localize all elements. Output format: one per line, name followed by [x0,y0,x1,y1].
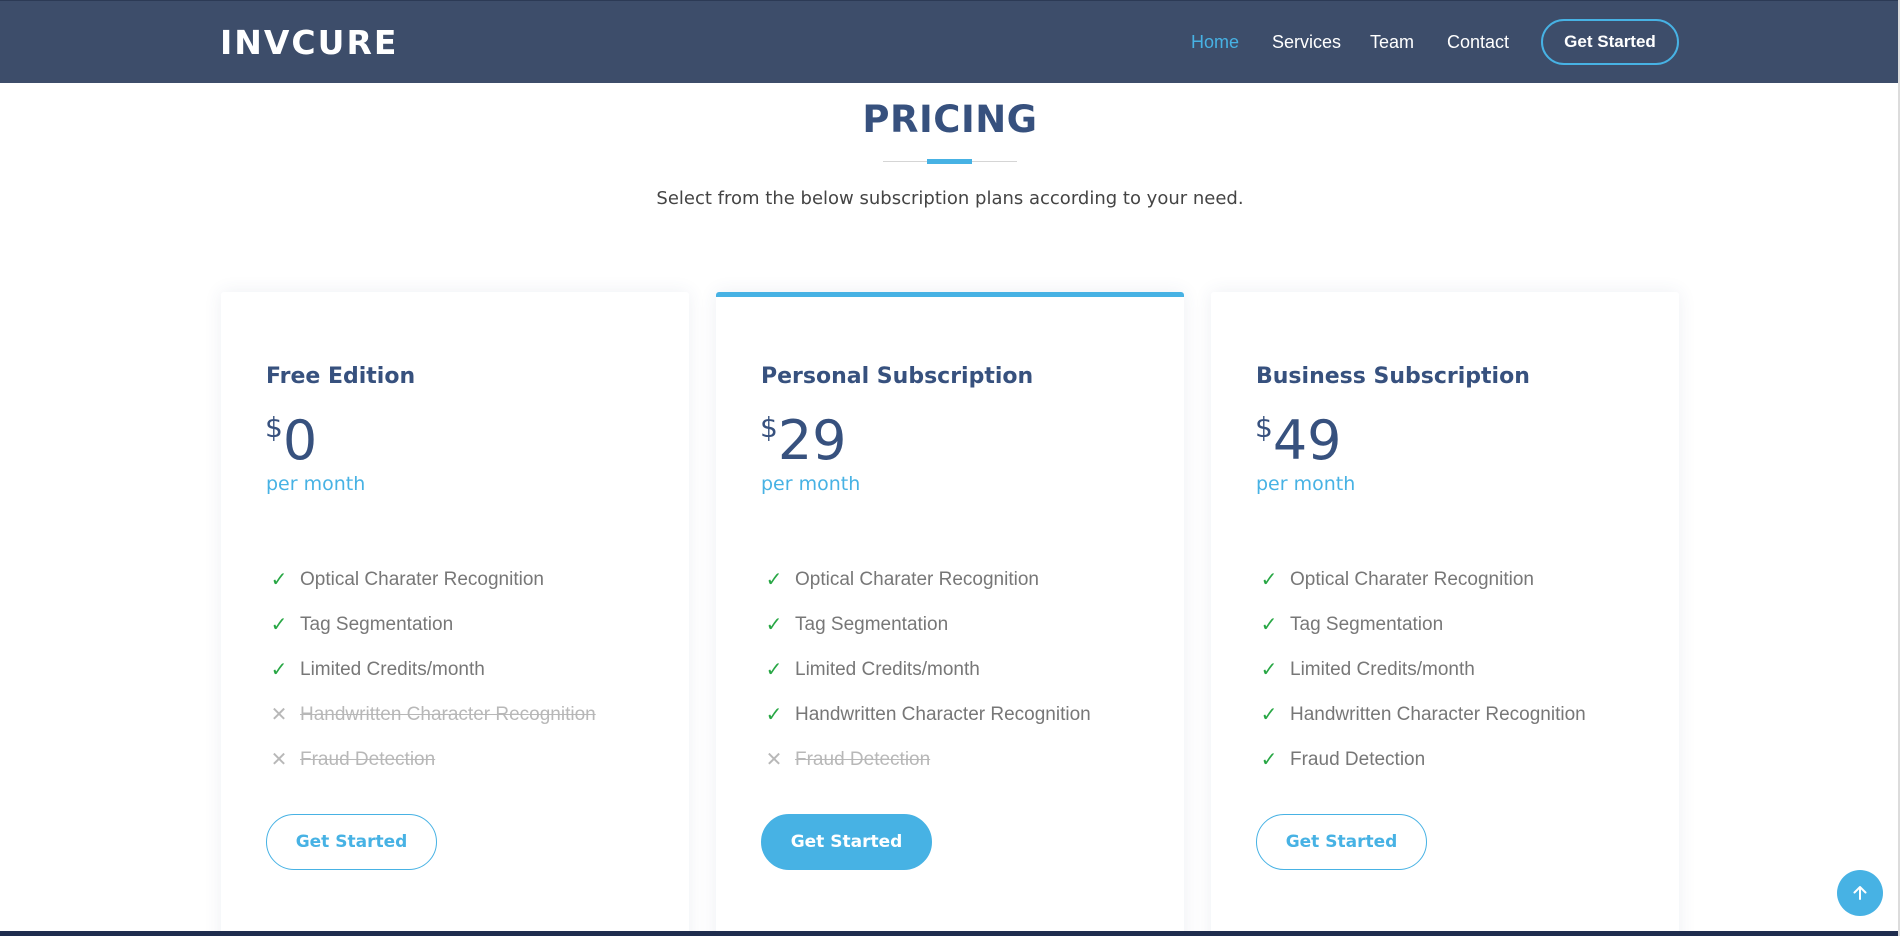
feature-text: Tag Segmentation [795,613,949,635]
nav-team[interactable]: Team [1370,32,1414,53]
plan-period: per month [266,473,366,495]
feature-item: ✓ Tag Segmentation [1256,602,1586,647]
check-icon: ✓ [765,704,783,726]
cross-icon: ✕ [270,749,288,771]
arrow-up-icon [1853,886,1867,900]
footer-edge [0,931,1900,936]
plan-period: per month [761,473,861,495]
feature-item: ✓ Tag Segmentation [761,602,1091,647]
plan-name: Free Edition [266,364,416,389]
check-icon: ✓ [1260,749,1278,771]
feature-item: ✓ Limited Credits/month [761,647,1091,692]
feature-text: Limited Credits/month [795,658,980,680]
check-icon: ✓ [270,659,288,681]
check-icon: ✓ [270,569,288,591]
check-icon: ✓ [1260,614,1278,636]
feature-item: ✓ Tag Segmentation [266,602,596,647]
feature-list: ✓ Optical Charater Recognition ✓ Tag Segme… [266,557,596,782]
feature-list: ✓ Optical Charater Recognition ✓ Tag Segme… [1256,557,1586,782]
site-header: INVCURE Home Services Team Contact Get S… [0,0,1900,83]
feature-text: Tag Segmentation [300,613,454,635]
feature-text: Optical Charater Recognition [1290,568,1534,590]
title-divider-accent [927,159,972,164]
price-amount: 49 [1272,409,1342,472]
plan-name: Business Subscription [1256,364,1530,389]
check-icon: ✓ [1260,704,1278,726]
business-get-started-button[interactable]: Get Started [1256,814,1427,870]
feature-item: ✓ Handwritten Character Recognition [1256,692,1586,737]
plan-price: $49 [1255,409,1342,472]
feature-text: Limited Credits/month [300,658,485,680]
header-get-started-button[interactable]: Get Started [1541,19,1679,65]
nav-services[interactable]: Services [1272,32,1341,53]
plan-period: per month [1256,473,1356,495]
section-subtitle: Select from the below subscription plans… [656,188,1244,209]
plan-name: Personal Subscription [761,364,1034,389]
personal-get-started-button[interactable]: Get Started [761,814,932,870]
price-amount: 29 [777,409,847,472]
back-to-top-button[interactable] [1837,870,1883,916]
feature-item: ✓ Optical Charater Recognition [1256,557,1586,602]
check-icon: ✓ [765,614,783,636]
check-icon: ✓ [1260,569,1278,591]
free-get-started-button[interactable]: Get Started [266,814,437,870]
price-currency: $ [1255,411,1273,444]
feature-list: ✓ Optical Charater Recognition ✓ Tag Segme… [761,557,1091,782]
feature-item-unavailable: ✕ Handwritten Character Recognition [266,692,596,737]
cross-icon: ✕ [270,704,288,726]
feature-text: Limited Credits/month [1290,658,1475,680]
feature-item: ✓ Optical Charater Recognition [761,557,1091,602]
feature-text: Fraud Detection [1290,748,1426,770]
check-icon: ✓ [765,659,783,681]
feature-item-unavailable: ✕ Fraud Detection [761,737,1091,782]
nav-contact[interactable]: Contact [1447,32,1509,53]
plan-price: $0 [265,409,317,472]
feature-text: Handwritten Character Recognition [795,703,1091,725]
feature-item: ✓ Handwritten Character Recognition [761,692,1091,737]
feature-item: ✓ Fraud Detection [1256,737,1586,782]
pricing-card-free: Free Edition $0 per month ✓ Optical Chara… [221,292,689,936]
plan-price: $29 [760,409,847,472]
feature-text: Optical Charater Recognition [300,568,544,590]
feature-text: Optical Charater Recognition [795,568,1039,590]
price-currency: $ [265,411,283,444]
check-icon: ✓ [765,569,783,591]
feature-item-unavailable: ✕ Fraud Detection [266,737,596,782]
price-amount: 0 [282,409,318,472]
price-currency: $ [760,411,778,444]
check-icon: ✓ [1260,659,1278,681]
cross-icon: ✕ [765,749,783,771]
pricing-card-business: Business Subscription $49 per month ✓ Opt… [1211,292,1679,936]
feature-item: ✓ Optical Charater Recognition [266,557,596,602]
feature-text: Fraud Detection [795,748,931,770]
feature-item: ✓ Limited Credits/month [1256,647,1586,692]
feature-text: Fraud Detection [300,748,436,770]
feature-text: Handwritten Character Recognition [1290,703,1586,725]
check-icon: ✓ [270,614,288,636]
site-logo[interactable]: INVCURE [220,23,398,62]
feature-item: ✓ Limited Credits/month [266,647,596,692]
feature-text: Handwritten Character Recognition [300,703,596,725]
feature-text: Tag Segmentation [1290,613,1444,635]
nav-home[interactable]: Home [1191,32,1239,53]
pricing-card-personal: Personal Subscription $29 per month ✓ Opt… [716,292,1184,936]
section-title: PRICING [862,98,1038,141]
